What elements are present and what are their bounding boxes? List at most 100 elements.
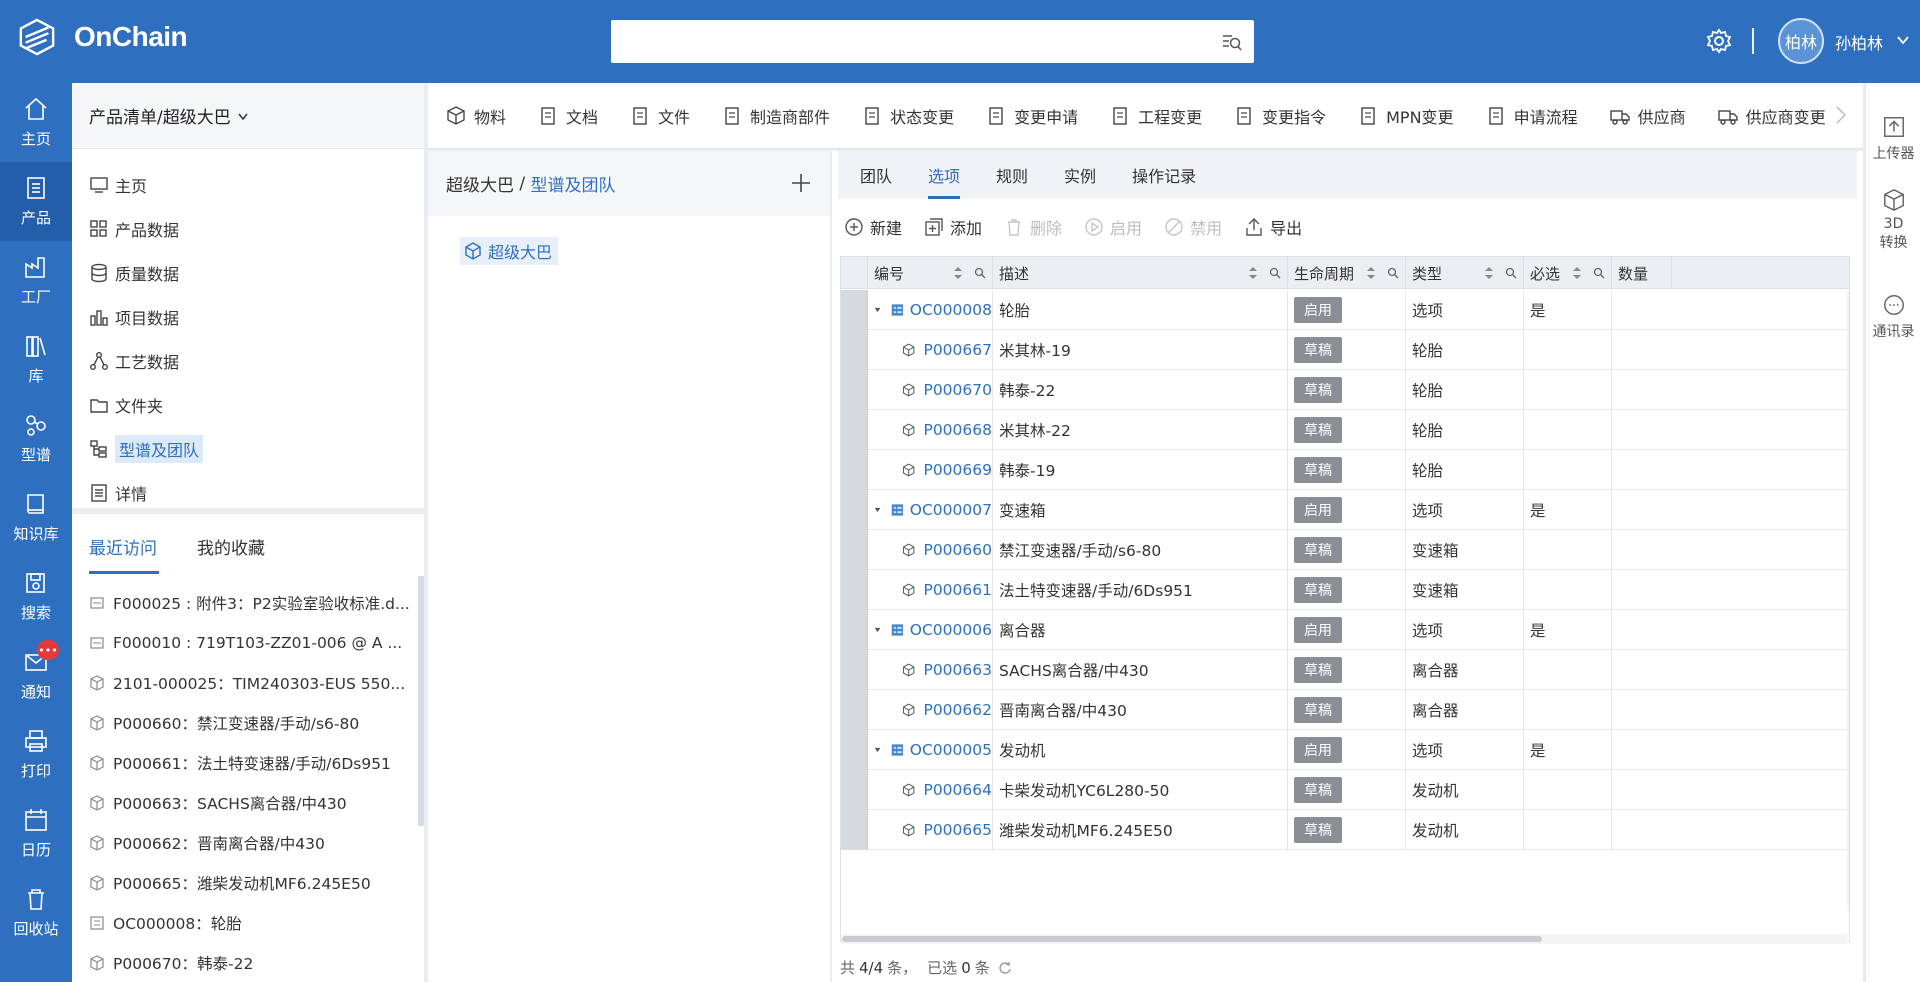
sidebar-item-4[interactable]: 工艺数据 [72, 339, 424, 383]
action-0[interactable]: 新建 [844, 215, 902, 239]
toolbar-button-9[interactable]: 申请流程 [1486, 104, 1578, 128]
row-gutter[interactable] [841, 450, 868, 490]
filter-search-icon[interactable] [1269, 266, 1281, 280]
nav-item-4[interactable]: 型谱 [0, 399, 72, 478]
nav-item-5[interactable]: 知识库 [0, 478, 72, 557]
expand-caret-icon[interactable] [874, 505, 881, 515]
row-code[interactable]: P000664 [923, 781, 992, 799]
tab-0[interactable]: 团队 [860, 151, 892, 199]
action-1[interactable]: 添加 [924, 215, 982, 239]
row-gutter[interactable] [841, 330, 868, 370]
toolbar-button-0[interactable]: 物料 [446, 104, 506, 128]
expand-caret-icon[interactable] [874, 625, 881, 635]
settings-gear-icon[interactable] [1706, 28, 1732, 54]
row-code[interactable]: P000670 [923, 381, 992, 399]
toolbar-button-1[interactable]: 文档 [538, 104, 598, 128]
row-code[interactable]: OC000006 [910, 621, 992, 639]
part-row[interactable]: P000670 韩泰-22 草稿 轮胎 [841, 370, 1849, 410]
option-row[interactable]: OC000008 轮胎 启用 选项 是 [841, 290, 1849, 330]
sort-icon[interactable] [1483, 266, 1495, 280]
tab-recent[interactable]: 最近访问 [89, 516, 159, 576]
part-row[interactable]: P000667 米其林-19 草稿 轮胎 [841, 330, 1849, 370]
toolbar-button-3[interactable]: 制造商部件 [722, 104, 830, 128]
right-rail-item-1[interactable]: 3D 转换 [1866, 188, 1920, 252]
nav-item-3[interactable]: 库 [0, 320, 72, 399]
tab-3[interactable]: 实例 [1064, 151, 1096, 199]
nav-item-2[interactable]: 工厂 [0, 241, 72, 320]
horizontal-scrollbar[interactable] [842, 934, 1847, 944]
expand-caret-icon[interactable] [874, 305, 881, 315]
nav-item-0[interactable]: 主页 [0, 83, 72, 162]
toolbar-button-8[interactable]: MPN变更 [1358, 104, 1454, 128]
row-code[interactable]: P000660 [923, 541, 992, 559]
recent-item[interactable]: P000670：韩泰-22 [72, 943, 418, 982]
recent-item[interactable]: F000010 : 719T103-ZZ01-006 @ A ... [72, 623, 418, 663]
nav-item-1[interactable]: 产品 [0, 162, 72, 241]
part-row[interactable]: P000660 禁江变速器/手动/s6-80 草稿 变速箱 [841, 530, 1849, 570]
toolbar-button-5[interactable]: 变更申请 [986, 104, 1078, 128]
part-row[interactable]: P000669 韩泰-19 草稿 轮胎 [841, 450, 1849, 490]
part-row[interactable]: P000662 晋南离合器/中430 草稿 离合器 [841, 690, 1849, 730]
nav-item-10[interactable]: 回收站 [0, 873, 72, 952]
column-header-2[interactable]: 生命周期 [1288, 257, 1406, 289]
part-row[interactable]: P000663 SACHS离合器/中430 草稿 离合器 [841, 650, 1849, 690]
nav-item-7[interactable]: 通知 ••• [0, 636, 72, 715]
sidebar-item-5[interactable]: 文件夹 [72, 383, 424, 427]
row-code[interactable]: P000663 [923, 661, 992, 679]
column-header-4[interactable]: 必选 [1524, 257, 1612, 289]
row-gutter[interactable] [841, 730, 868, 770]
tab-1[interactable]: 选项 [928, 151, 961, 199]
action-5[interactable]: 导出 [1244, 215, 1302, 239]
row-code[interactable]: P000665 [923, 821, 992, 839]
row-gutter[interactable] [841, 530, 868, 570]
row-code[interactable]: P000668 [923, 421, 992, 439]
row-gutter[interactable] [841, 370, 868, 410]
breadcrumb-root[interactable]: 超级大巴 [446, 171, 514, 196]
recent-item[interactable]: F000025 : 附件3：P2实验室验收标准.d... [72, 583, 418, 623]
sidebar-item-0[interactable]: 主页 [72, 163, 424, 207]
tab-4[interactable]: 操作记录 [1132, 151, 1196, 199]
row-code[interactable]: OC000008 [910, 301, 992, 319]
filter-search-icon[interactable] [1593, 266, 1605, 280]
refresh-icon[interactable] [998, 961, 1012, 975]
row-gutter[interactable] [841, 810, 868, 850]
recent-item[interactable]: P000662：晋南离合器/中430 [72, 823, 418, 863]
sidebar-item-6[interactable]: 型谱及团队 [72, 427, 424, 471]
row-code[interactable]: P000669 [923, 461, 992, 479]
row-gutter[interactable] [841, 290, 868, 330]
row-gutter[interactable] [841, 570, 868, 610]
recent-item[interactable]: P000660：禁江变速器/手动/s6-80 [72, 703, 418, 743]
part-row[interactable]: P000668 米其林-22 草稿 轮胎 [841, 410, 1849, 450]
row-gutter[interactable] [841, 690, 868, 730]
recent-item[interactable]: OC000008：轮胎 [72, 903, 418, 943]
toolbar-button-10[interactable]: 供应商 [1609, 104, 1686, 128]
expand-caret-icon[interactable] [874, 745, 881, 755]
chevron-right-icon[interactable] [1834, 103, 1848, 127]
toolbar-button-11[interactable]: 供应商变更 [1717, 104, 1826, 128]
filter-search-icon[interactable] [1505, 266, 1517, 280]
add-icon[interactable] [790, 172, 812, 194]
nav-item-6[interactable]: 搜索 [0, 557, 72, 636]
toolbar-button-7[interactable]: 变更指令 [1234, 104, 1326, 128]
tab-2[interactable]: 规则 [996, 151, 1028, 199]
right-rail-item-0[interactable]: 上传器 [1866, 115, 1920, 163]
vertical-scrollbar[interactable] [1847, 291, 1849, 911]
recent-scrollbar[interactable] [418, 576, 424, 826]
row-gutter[interactable] [841, 410, 868, 450]
tab-favorites[interactable]: 我的收藏 [197, 516, 265, 576]
row-gutter[interactable] [841, 650, 868, 690]
chevron-down-icon[interactable] [1896, 33, 1910, 47]
option-row[interactable]: OC000005 发动机 启用 选项 是 [841, 730, 1849, 770]
filter-search-icon[interactable] [974, 266, 986, 280]
user-name[interactable]: 孙柏林 [1835, 30, 1883, 54]
row-code[interactable]: P000661 [923, 581, 992, 599]
nav-item-9[interactable]: 日历 [0, 794, 72, 873]
search-icon[interactable] [1222, 32, 1242, 52]
sort-icon[interactable] [1571, 266, 1583, 280]
app-logo[interactable]: OnChain [18, 18, 188, 56]
sort-icon[interactable] [1365, 266, 1377, 280]
sidebar-item-1[interactable]: 产品数据 [72, 207, 424, 251]
search-input[interactable] [611, 20, 1254, 63]
column-header-5[interactable]: 数量 [1612, 257, 1672, 289]
row-code[interactable]: OC000007 [910, 501, 992, 519]
